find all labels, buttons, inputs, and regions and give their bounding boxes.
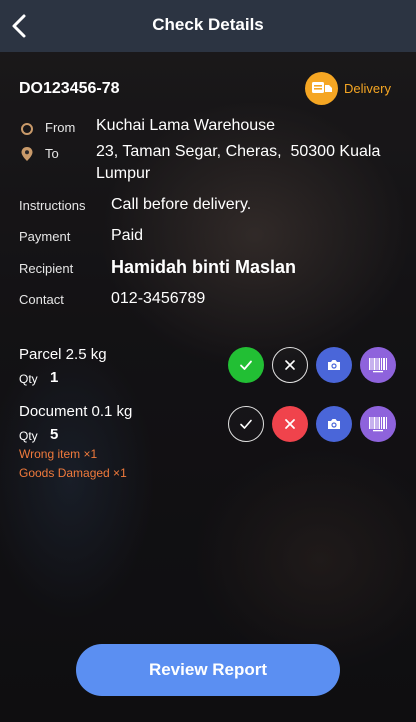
delivery-type: Delivery (305, 71, 391, 105)
app-header: Check Details (0, 0, 416, 52)
recipient-label: Recipient (19, 261, 74, 276)
item-name: Document 0.1 kg (19, 403, 133, 420)
reject-button[interactable] (272, 347, 308, 383)
camera-icon (328, 419, 340, 429)
issue-item: Goods Damaged ×1 (19, 466, 127, 480)
truck-delivery-icon (305, 71, 338, 105)
qty-label: Qty (19, 429, 38, 443)
qty-label: Qty (19, 372, 38, 386)
camera-button[interactable] (316, 406, 352, 442)
camera-icon (328, 360, 340, 370)
origin-circle-icon (21, 123, 33, 135)
order-id: DO123456-78 (19, 80, 120, 97)
barcode-scan-button[interactable] (360, 406, 396, 442)
from-label: From (45, 120, 76, 135)
to-address-line2: Lumpur (96, 165, 151, 182)
instructions-value: Call before delivery. (111, 196, 252, 213)
payment-label: Payment (19, 229, 71, 244)
location-pin-icon (21, 147, 33, 161)
close-icon (285, 419, 295, 429)
from-value: Kuchai Lama Warehouse (96, 117, 276, 134)
barcode-icon (369, 358, 387, 373)
item-name: Parcel 2.5 kg (19, 346, 107, 363)
qty-value: 1 (50, 369, 59, 386)
instructions-label: Instructions (19, 198, 86, 213)
issue-item: Wrong item ×1 (19, 447, 98, 461)
barcode-scan-button[interactable] (360, 347, 396, 383)
qty-value: 5 (50, 426, 59, 443)
check-details-screen: Check Details DO123456-78 Delivery From … (0, 0, 416, 722)
check-icon (240, 360, 252, 370)
close-icon (285, 360, 295, 370)
to-label: To (45, 146, 59, 161)
delivery-label: Delivery (344, 80, 391, 96)
page-title: Check Details (152, 15, 264, 34)
barcode-icon (369, 417, 387, 432)
reject-button[interactable] (272, 406, 308, 442)
review-report-button[interactable]: Review Report (76, 644, 340, 696)
contact-value: 012-3456789 (111, 290, 206, 307)
recipient-value: Hamidah binti Maslan (111, 257, 297, 277)
to-address-line1: 23, Taman Segar, Cheras, 50300 Kuala (96, 143, 381, 160)
accept-button[interactable] (228, 347, 264, 383)
accept-button[interactable] (228, 406, 264, 442)
payment-value: Paid (111, 227, 144, 244)
check-icon (240, 419, 252, 429)
details-content: DO123456-78 Delivery From Kuchai Lama Wa… (0, 52, 416, 722)
camera-button[interactable] (316, 347, 352, 383)
contact-label: Contact (19, 292, 64, 307)
